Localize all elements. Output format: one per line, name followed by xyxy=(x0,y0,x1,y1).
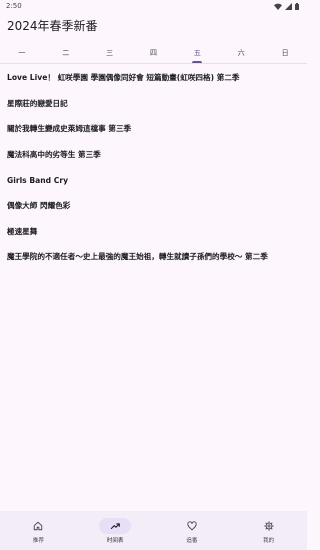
battery-icon xyxy=(295,2,299,10)
nav-label: 时间表 xyxy=(106,538,124,544)
tab-wednesday[interactable]: 三 xyxy=(88,42,132,63)
tab-friday[interactable]: 五 xyxy=(175,42,219,63)
nav-item-schedule[interactable]: 时间表 xyxy=(77,511,154,550)
tab-monday[interactable]: 一 xyxy=(0,42,44,63)
tab-tuesday[interactable]: 二 xyxy=(44,42,88,63)
list-item[interactable]: 星際莊的戀愛日記 xyxy=(0,91,307,117)
nav-label: 推荐 xyxy=(32,538,44,544)
status-bar: 2:50 xyxy=(0,0,307,12)
tab-saturday[interactable]: 六 xyxy=(219,42,263,63)
nav-item-following[interactable]: 追番 xyxy=(154,511,231,550)
heart-icon xyxy=(187,521,197,531)
list-item[interactable]: Love Live！ 虹咲學園 學園偶像同好會 短篇動畫(虹咲四格) 第二季 xyxy=(0,65,307,91)
list-item[interactable]: 極速星舞 xyxy=(0,219,307,245)
anime-list: Love Live！ 虹咲學園 學園偶像同好會 短篇動畫(虹咲四格) 第二季 星… xyxy=(0,64,307,270)
signal-icon xyxy=(285,2,292,10)
list-item[interactable]: 魔法科高中的劣等生 第三季 xyxy=(0,142,307,168)
nav-item-recommend[interactable]: 推荐 xyxy=(0,511,77,550)
wifi-icon xyxy=(274,3,282,10)
nav-label: 追番 xyxy=(186,538,198,544)
trending-icon xyxy=(110,523,120,530)
settings-icon xyxy=(264,521,274,531)
tab-thursday[interactable]: 四 xyxy=(132,42,176,63)
home-icon xyxy=(34,521,43,531)
active-tab-indicator xyxy=(192,61,203,63)
list-item[interactable]: Girls Band Cry xyxy=(0,167,307,193)
bottom-navigation: 推荐 时间表 追番 我的 xyxy=(0,511,307,550)
list-item[interactable]: 魔王學院的不適任者～史上最強的魔王始祖，轉生就讀子孫們的學校～ 第二季 xyxy=(0,244,307,270)
status-time: 2:50 xyxy=(6,2,22,10)
active-nav-pill xyxy=(99,518,132,534)
nav-item-mine[interactable]: 我的 xyxy=(230,511,307,550)
page-title: 2024年春季新番 xyxy=(7,19,98,33)
tab-sunday[interactable]: 日 xyxy=(263,42,307,63)
weekday-tabs: 一 二 三 四 五 六 日 xyxy=(0,42,307,64)
nav-label: 我的 xyxy=(263,538,275,544)
list-item[interactable]: 關於我轉生變成史萊姆這檔事 第三季 xyxy=(0,116,307,142)
status-icons xyxy=(274,2,299,10)
list-item[interactable]: 偶像大師 閃耀色彩 xyxy=(0,193,307,219)
